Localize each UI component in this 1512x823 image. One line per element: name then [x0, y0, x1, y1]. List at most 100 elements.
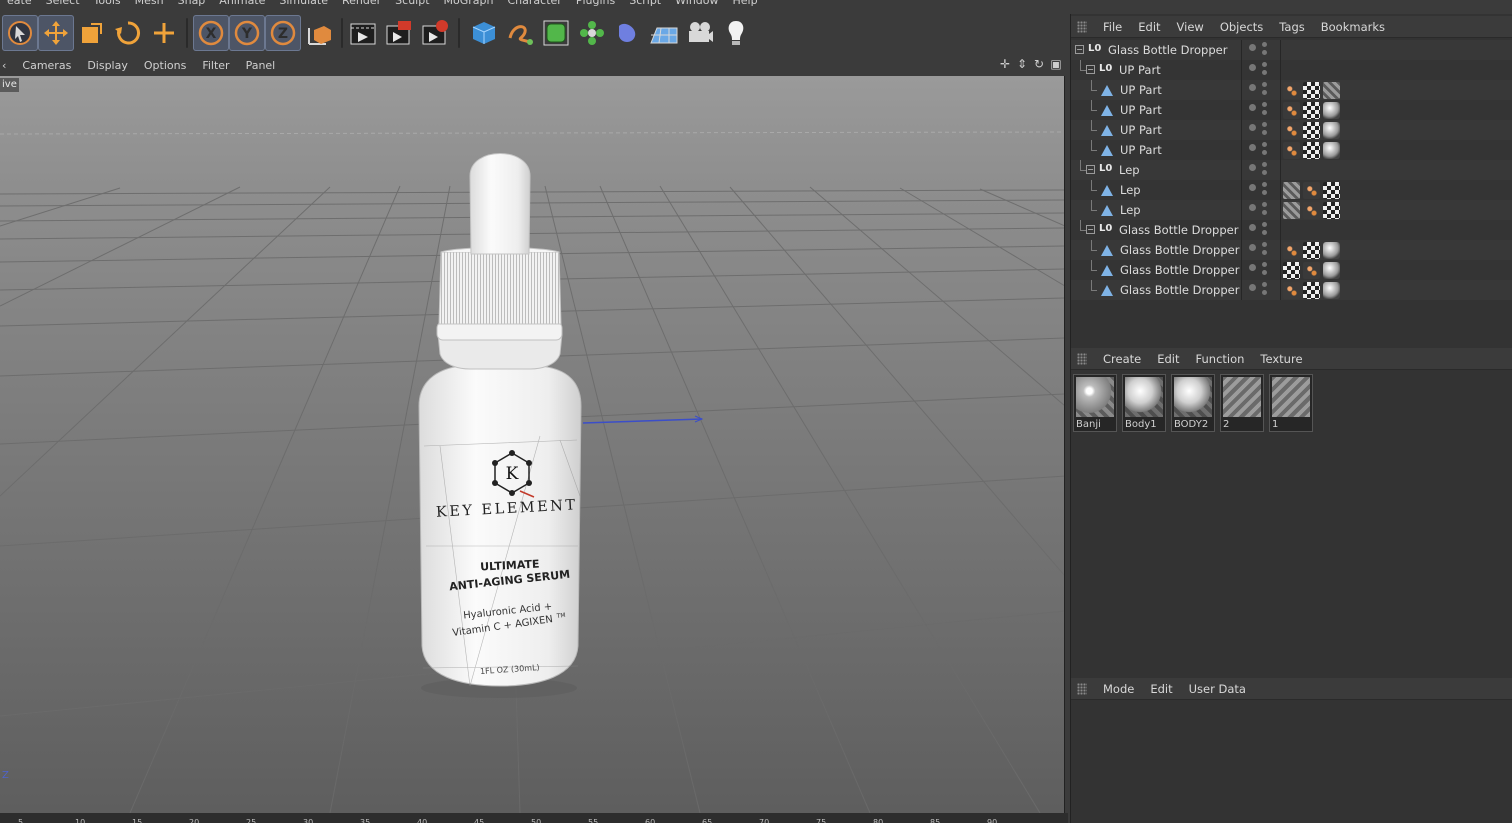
uvw-tag-icon[interactable] [1303, 82, 1320, 99]
render-visibility-dot-icon[interactable] [1262, 102, 1267, 107]
am-menu-edit[interactable]: Edit [1142, 682, 1180, 696]
render-visibility-dot-icon[interactable] [1262, 230, 1267, 235]
object-name[interactable]: UP Part [1120, 103, 1162, 117]
mm-menu-function[interactable]: Function [1188, 352, 1253, 366]
object-name[interactable]: UP Part [1120, 143, 1162, 157]
main-menu-item[interactable]: Script [622, 0, 668, 8]
render-visibility-dot-icon[interactable] [1262, 182, 1267, 187]
material-swatch[interactable]: Banji [1073, 374, 1117, 432]
mat-tag-icon[interactable] [1323, 262, 1340, 279]
object-name[interactable]: Glass Bottle Dropper [1119, 223, 1238, 237]
editor-visibility-dot-icon[interactable] [1249, 224, 1256, 231]
phong-tag-icon[interactable] [1283, 242, 1300, 259]
main-menu-item[interactable]: Help [726, 0, 765, 8]
uvw-tag-icon[interactable] [1283, 262, 1300, 279]
collapse-toggle-icon[interactable]: − [1075, 45, 1084, 54]
subdivision-icon[interactable] [538, 15, 574, 51]
editor-visibility-dot-icon[interactable] [1249, 144, 1256, 151]
am-menu-user-data[interactable]: User Data [1181, 682, 1254, 696]
render-visibility-dot-icon[interactable] [1262, 202, 1267, 207]
mat-tag-icon[interactable] [1323, 122, 1340, 139]
editor-visibility-dot-icon[interactable] [1249, 64, 1256, 71]
object-row[interactable]: Glass Bottle Dropper [1071, 240, 1512, 260]
scale-icon[interactable] [74, 15, 110, 51]
object-row[interactable]: UP Part [1071, 100, 1512, 120]
main-menu-item[interactable]: Tools [87, 0, 128, 8]
uvw-tag-icon[interactable] [1303, 122, 1320, 139]
x-axis-icon[interactable]: X [193, 15, 229, 51]
render-visibility-dot-icon[interactable] [1262, 142, 1267, 147]
y-axis-icon[interactable]: Y [229, 15, 265, 51]
phong-tag-icon[interactable] [1283, 142, 1300, 159]
phong-tag-icon[interactable] [1283, 82, 1300, 99]
render-visibility-dot-icon[interactable] [1262, 42, 1267, 47]
phong-tag-icon[interactable] [1303, 262, 1320, 279]
object-name[interactable]: UP Part [1120, 123, 1162, 137]
live-selection-icon[interactable] [2, 15, 38, 51]
coordinate-system-icon[interactable] [301, 15, 337, 51]
render-visibility-dot-icon[interactable] [1262, 90, 1267, 95]
render-visibility-dot-icon[interactable] [1262, 130, 1267, 135]
render-visibility-dot-icon[interactable] [1262, 162, 1267, 167]
uvw-tag-icon[interactable] [1303, 242, 1320, 259]
object-name[interactable]: Glass Bottle Dropper [1108, 43, 1227, 57]
render-visibility-dot-icon[interactable] [1262, 262, 1267, 267]
render-visibility-dot-icon[interactable] [1262, 150, 1267, 155]
editor-visibility-dot-icon[interactable] [1249, 184, 1256, 191]
editor-visibility-dot-icon[interactable] [1249, 164, 1256, 171]
render-view-icon[interactable] [345, 15, 381, 51]
object-row[interactable]: Lep [1071, 200, 1512, 220]
object-name[interactable]: Lep [1120, 183, 1141, 197]
panel-grip-icon[interactable] [1077, 20, 1087, 33]
main-menu-item[interactable]: Simulate [272, 0, 335, 8]
uvw-tag-icon[interactable] [1323, 202, 1340, 219]
hatch-tag-icon[interactable] [1283, 202, 1300, 219]
render-visibility-dot-icon[interactable] [1262, 62, 1267, 67]
render-visibility-dot-icon[interactable] [1262, 270, 1267, 275]
render-visibility-dot-icon[interactable] [1262, 210, 1267, 215]
floor-icon[interactable] [646, 15, 682, 51]
add-object-icon[interactable] [146, 15, 182, 51]
render-picture-viewer-icon[interactable] [381, 15, 417, 51]
material-swatch[interactable]: BODY2 [1171, 374, 1215, 432]
mm-menu-texture[interactable]: Texture [1252, 352, 1310, 366]
phong-tag-icon[interactable] [1303, 202, 1320, 219]
object-row[interactable]: Glass Bottle Dropper [1071, 260, 1512, 280]
material-swatch[interactable]: Body1 [1122, 374, 1166, 432]
render-visibility-dot-icon[interactable] [1262, 290, 1267, 295]
viewport-rotate-icon[interactable]: ↻ [1033, 58, 1045, 70]
material-swatch[interactable]: 1 [1269, 374, 1313, 432]
editor-visibility-dot-icon[interactable] [1249, 244, 1256, 251]
main-menu-item[interactable]: eate [0, 0, 39, 8]
mm-menu-edit[interactable]: Edit [1149, 352, 1187, 366]
om-menu-tags[interactable]: Tags [1271, 20, 1312, 34]
object-name[interactable]: Lep [1119, 163, 1140, 177]
object-row[interactable]: UP Part [1071, 140, 1512, 160]
render-visibility-dot-icon[interactable] [1262, 250, 1267, 255]
mat-tag-icon[interactable] [1323, 102, 1340, 119]
collapse-toggle-icon[interactable]: − [1086, 165, 1095, 174]
hatch-tag-icon[interactable] [1283, 182, 1300, 199]
am-menu-mode[interactable]: Mode [1095, 682, 1142, 696]
viewport-menu-panel[interactable]: Panel [238, 59, 284, 72]
mat-tag-icon[interactable] [1323, 142, 1340, 159]
object-row[interactable]: Lep [1071, 180, 1512, 200]
viewport-menu-filter[interactable]: Filter [194, 59, 237, 72]
collapse-toggle-icon[interactable]: − [1086, 65, 1095, 74]
move-icon[interactable] [38, 15, 74, 51]
editor-visibility-dot-icon[interactable] [1249, 44, 1256, 51]
3d-viewport[interactable]: K KEY ELEMENT ULTIMATE ANTI-AGING SERUM … [0, 76, 1065, 813]
viewport-camera-label[interactable]: ive [0, 78, 19, 92]
viewport-pan-icon[interactable]: ✛ [999, 58, 1011, 70]
phong-tag-icon[interactable] [1303, 182, 1320, 199]
main-menu-item[interactable]: Plugins [569, 0, 622, 8]
render-visibility-dot-icon[interactable] [1262, 222, 1267, 227]
object-row[interactable]: Glass Bottle Dropper [1071, 280, 1512, 300]
mat-tag-icon[interactable] [1323, 282, 1340, 299]
uvw-tag-icon[interactable] [1303, 282, 1320, 299]
uvw-tag-icon[interactable] [1303, 142, 1320, 159]
viewport-dolly-icon[interactable]: ⇕ [1016, 58, 1028, 70]
viewport-maximize-icon[interactable]: ▣ [1050, 58, 1062, 70]
main-menu-item[interactable]: Select [39, 0, 87, 8]
object-name[interactable]: UP Part [1120, 83, 1162, 97]
